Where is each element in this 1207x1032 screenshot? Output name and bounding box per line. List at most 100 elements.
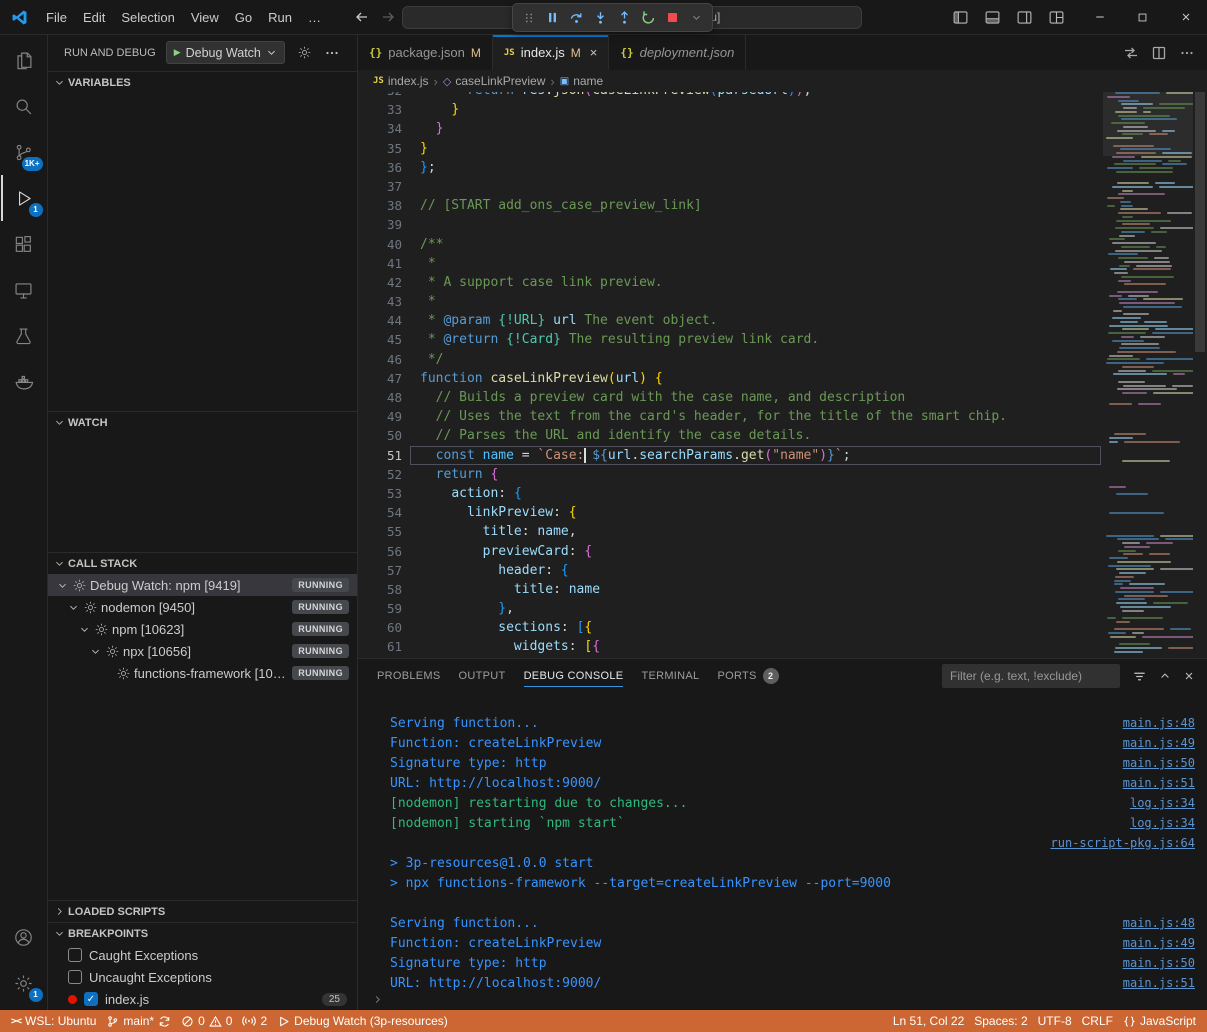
status-indentation[interactable]: Spaces: 2 (969, 1010, 1032, 1032)
status-debug-session[interactable]: Debug Watch (3p-resources) (272, 1010, 453, 1032)
code-line[interactable]: 59 }, (358, 599, 1103, 618)
code-line[interactable]: 56 previewCard: { (358, 542, 1103, 561)
code-line[interactable]: 60 sections: [{ (358, 618, 1103, 637)
code-editor[interactable]: 32 return res.json(caseLinkPreview(parse… (358, 92, 1103, 658)
start-debugging-icon[interactable]: ▶ (174, 47, 181, 58)
line-number[interactable]: 46 (358, 350, 402, 369)
editor-scrollbar[interactable] (1193, 92, 1207, 658)
status-eol[interactable]: CRLF (1077, 1010, 1118, 1032)
call-stack-row[interactable]: functions-framework [106...RUNNING (48, 662, 357, 684)
console-source-link[interactable]: main.js:50 (1123, 956, 1197, 970)
code-line[interactable]: 54 linkPreview: { (358, 503, 1103, 522)
panel-tab-debug-console[interactable]: DEBUG CONSOLE (515, 659, 633, 693)
explorer-icon[interactable] (1, 37, 47, 83)
launch-settings-gear-icon[interactable] (297, 45, 312, 60)
call-stack-row[interactable]: Debug Watch: npm [9419]RUNNING (48, 574, 357, 596)
menu-item[interactable]: File (38, 6, 75, 29)
forward-icon[interactable] (378, 9, 398, 25)
layout-panel-icon[interactable] (978, 4, 1006, 30)
console-source-link[interactable]: main.js:49 (1123, 936, 1197, 950)
line-number[interactable]: 52 (358, 465, 402, 484)
filter-icon[interactable] (1132, 669, 1147, 684)
call-stack-row[interactable]: npx [10656]RUNNING (48, 640, 357, 662)
console-source-link[interactable]: main.js:50 (1123, 756, 1197, 770)
menu-item[interactable]: Go (227, 6, 260, 29)
line-number[interactable]: 35 (358, 139, 402, 158)
section-watch[interactable]: WATCH (48, 411, 357, 433)
code-line[interactable]: 53 action: { (358, 484, 1103, 503)
console-source-link[interactable]: log.js:34 (1130, 816, 1197, 830)
code-line[interactable]: 57 header: { (358, 561, 1103, 580)
breakpoint-row[interactable]: Uncaught Exceptions (48, 966, 357, 988)
line-number[interactable]: 50 (358, 426, 402, 445)
gripper-icon[interactable] (517, 6, 540, 29)
chevron-down-icon[interactable] (76, 624, 92, 635)
call-stack-row[interactable]: nodemon [9450]RUNNING (48, 596, 357, 618)
layout-sidebar-icon[interactable] (946, 4, 974, 30)
line-number[interactable]: 45 (358, 330, 402, 349)
line-number[interactable]: 42 (358, 273, 402, 292)
status-cursor-position[interactable]: Ln 51, Col 22 (888, 1010, 969, 1032)
open-changes-icon[interactable] (1123, 45, 1139, 61)
line-number[interactable]: 61 (358, 637, 402, 656)
status-git-branch[interactable]: main* (101, 1010, 176, 1032)
line-number[interactable]: 48 (358, 388, 402, 407)
code-line[interactable]: 55 title: name, (358, 522, 1103, 541)
code-line[interactable]: 51 const name = `Case: ${url.searchParam… (358, 446, 1103, 465)
close-panel-icon[interactable] (1183, 670, 1195, 682)
breakpoint-checkbox[interactable] (68, 948, 82, 962)
console-source-link[interactable]: main.js:48 (1123, 916, 1197, 930)
code-line[interactable]: 49 // Uses the text from the card's head… (358, 407, 1103, 426)
code-line[interactable]: 46 */ (358, 350, 1103, 369)
breadcrumb-item[interactable]: ▣name (560, 74, 603, 88)
line-number[interactable]: 60 (358, 618, 402, 637)
back-icon[interactable] (352, 9, 372, 25)
console-source-link[interactable]: log.js:34 (1130, 796, 1197, 810)
console-source-link[interactable]: main.js:49 (1123, 736, 1197, 750)
section-loaded-scripts[interactable]: LOADED SCRIPTS (48, 900, 357, 922)
testing-icon[interactable] (1, 313, 47, 359)
code-line[interactable]: 32 return res.json(caseLinkPreview(parse… (358, 92, 1103, 100)
line-number[interactable]: 38 (358, 196, 402, 215)
line-number[interactable]: 58 (358, 580, 402, 599)
pause-icon[interactable] (541, 6, 564, 29)
console-prompt-icon[interactable] (372, 994, 383, 1005)
section-breakpoints[interactable]: BREAKPOINTS (48, 922, 357, 944)
tab-package.json[interactable]: {}package.jsonM (358, 35, 493, 70)
source-control-icon[interactable]: 1K+ (1, 129, 47, 175)
code-line[interactable]: 52 return { (358, 465, 1103, 484)
chevron-down-icon[interactable] (87, 646, 103, 657)
code-line[interactable]: 47function caseLinkPreview(url) { (358, 369, 1103, 388)
breadcrumb-item[interactable]: ◇caseLinkPreview (443, 74, 546, 88)
line-number[interactable]: 37 (358, 177, 402, 196)
menu-item[interactable]: … (300, 6, 329, 29)
more-actions-icon[interactable] (1179, 45, 1195, 61)
menu-item[interactable]: Edit (75, 6, 113, 29)
stop-icon[interactable] (661, 6, 684, 29)
code-line[interactable]: 50 // Parses the URL and identify the ca… (358, 426, 1103, 445)
panel-tab-terminal[interactable]: TERMINAL (632, 659, 708, 693)
status-encoding[interactable]: UTF-8 (1033, 1010, 1077, 1032)
line-number[interactable]: 33 (358, 100, 402, 119)
docker-icon[interactable] (1, 359, 47, 405)
code-line[interactable]: 43 * (358, 292, 1103, 311)
close-icon[interactable] (1164, 0, 1207, 35)
console-source-link[interactable]: main.js:51 (1123, 776, 1197, 790)
panel-tab-output[interactable]: OUTPUT (450, 659, 515, 693)
step-into-icon[interactable] (589, 6, 612, 29)
line-number[interactable]: 47 (358, 369, 402, 388)
line-number[interactable]: 59 (358, 599, 402, 618)
code-line[interactable]: 42 * A support case link preview. (358, 273, 1103, 292)
console-source-link[interactable]: run-script-pkg.js:64 (1051, 836, 1198, 850)
console-source-link[interactable]: main.js:51 (1123, 976, 1197, 990)
code-line[interactable]: 36}; (358, 158, 1103, 177)
code-line[interactable]: 38// [START add_ons_case_preview_link] (358, 196, 1103, 215)
line-number[interactable]: 36 (358, 158, 402, 177)
extensions-icon[interactable] (1, 221, 47, 267)
code-line[interactable]: 58 title: name (358, 580, 1103, 599)
console-filter-input[interactable]: Filter (e.g. text, !exclude) (942, 664, 1120, 688)
remote-explorer-icon[interactable] (1, 267, 47, 313)
layout-sidebar-right-icon[interactable] (1010, 4, 1038, 30)
panel-tab-ports[interactable]: PORTS2 (708, 659, 787, 693)
run-debug-icon[interactable]: 1 (1, 175, 47, 221)
